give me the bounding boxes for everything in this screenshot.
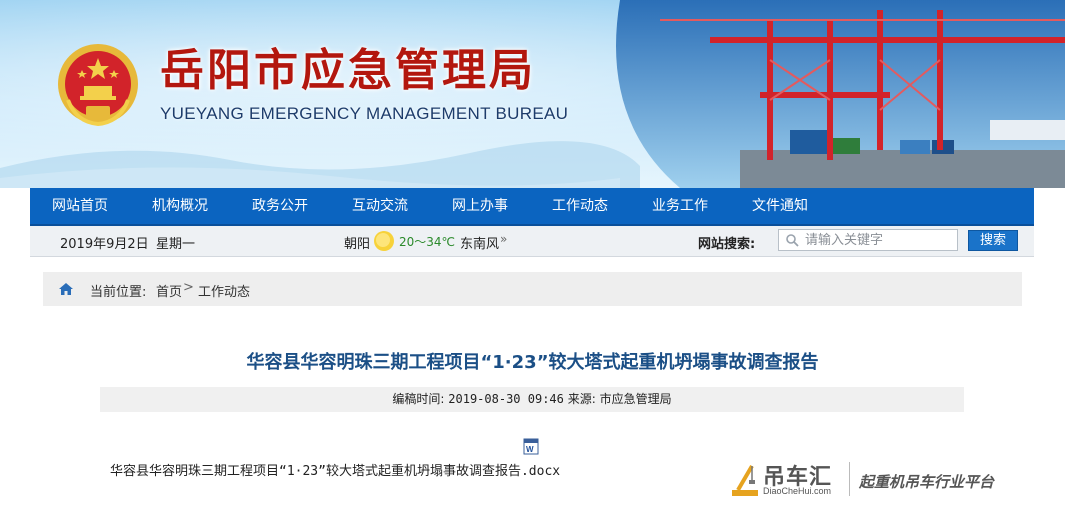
nav-item-public-affairs[interactable]: 政务公开 xyxy=(230,188,330,224)
word-doc-icon[interactable]: W xyxy=(523,438,539,455)
attachment-link[interactable]: 华容县华容明珠三期工程项目“1·23”较大塔式起重机坍塌事故调查报告.docx xyxy=(110,460,560,479)
header-banner: 岳阳市应急管理局 YUEYANG EMERGENCY MANAGEMENT BU… xyxy=(0,0,1065,188)
search-button[interactable]: 搜索 xyxy=(968,230,1018,251)
watermark: 吊车汇 DiaoCheHui.com 起重机吊车行业平台 xyxy=(730,460,1030,500)
meta-source: 市应急管理局 xyxy=(599,392,672,406)
weather-more-icon[interactable]: » xyxy=(500,232,507,246)
meta-time: 2019-08-30 09:46 xyxy=(448,392,564,406)
search-label: 网站搜索: xyxy=(698,237,756,252)
current-weekday: 星期一 xyxy=(156,237,196,252)
breadcrumb-separator: > xyxy=(183,280,194,295)
site-title: 岳阳市应急管理局 xyxy=(160,45,536,96)
current-date: 2019年9月2日 xyxy=(60,237,149,252)
home-icon xyxy=(59,283,73,295)
nav-item-overview[interactable]: 机构概况 xyxy=(130,188,230,224)
search-icon xyxy=(786,234,799,247)
nav-item-home[interactable]: 网站首页 xyxy=(30,188,130,224)
nav-item-work-news[interactable]: 工作动态 xyxy=(530,188,630,224)
article-title: 华容县华容明珠三期工程项目“1·23”较大塔式起重机坍塌事故调查报告 xyxy=(246,352,819,373)
breadcrumb-work-news[interactable]: 工作动态 xyxy=(198,281,250,300)
search-input[interactable] xyxy=(805,231,953,249)
main-nav: 网站首页 机构概况 政务公开 互动交流 网上办事 工作动态 业务工作 文件通知 xyxy=(30,188,1034,226)
site-title-english: YUEYANG EMERGENCY MANAGEMENT BUREAU xyxy=(160,104,569,123)
weather-temperature: 20～34℃ xyxy=(399,235,456,249)
weather-wind: 东南风 xyxy=(460,237,500,252)
nav-item-interaction[interactable]: 互动交流 xyxy=(330,188,430,224)
meta-source-label: 来源: xyxy=(567,392,596,406)
info-bar: 2019年9月2日 星期一 朝阳 20～34℃ 东南风 » 网站搜索: 搜索 xyxy=(30,226,1034,257)
breadcrumb-home[interactable]: 首页 xyxy=(156,281,182,300)
port-crane-image xyxy=(616,0,1065,188)
weather-city: 朝阳 xyxy=(344,237,371,252)
crane-logo-icon xyxy=(732,464,758,496)
nav-item-notices[interactable]: 文件通知 xyxy=(730,188,830,224)
sun-icon xyxy=(374,231,394,251)
watermark-divider xyxy=(849,462,850,496)
nav-item-business[interactable]: 业务工作 xyxy=(630,188,730,224)
search-box[interactable] xyxy=(778,229,958,251)
breadcrumb-label: 当前位置: xyxy=(90,285,147,300)
watermark-slogan: 起重机吊车行业平台 xyxy=(859,473,995,491)
article-meta: 编稿时间: 2019-08-30 09:46 来源: 市应急管理局 xyxy=(100,387,964,412)
nav-item-online-services[interactable]: 网上办事 xyxy=(430,188,530,224)
national-emblem-icon xyxy=(58,44,138,127)
meta-time-label: 编稿时间: xyxy=(392,392,445,406)
breadcrumb: 当前位置: 首页 > 工作动态 xyxy=(43,272,1022,306)
watermark-url: DiaoCheHui.com xyxy=(763,486,832,496)
svg-text:W: W xyxy=(526,445,534,454)
